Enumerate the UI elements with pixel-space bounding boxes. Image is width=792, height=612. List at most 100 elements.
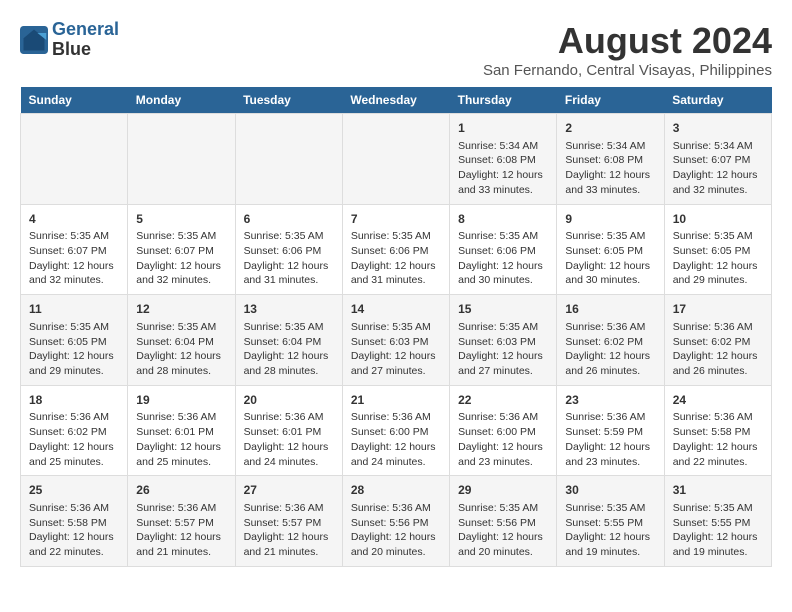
calendar-body: 1 Sunrise: 5:34 AM Sunset: 6:08 PM Daylig… — [21, 114, 772, 567]
calendar-cell — [342, 114, 449, 205]
day-number: 30 — [565, 482, 655, 499]
day-info: Sunrise: 5:36 AM Sunset: 5:57 PM Dayligh… — [136, 501, 226, 560]
day-number: 6 — [244, 211, 334, 228]
day-info: Sunrise: 5:35 AM Sunset: 6:05 PM Dayligh… — [565, 229, 655, 288]
page-header: General Blue August 2024 San Fernando, C… — [20, 20, 772, 79]
day-number: 20 — [244, 392, 334, 409]
day-info: Sunrise: 5:36 AM Sunset: 5:59 PM Dayligh… — [565, 410, 655, 469]
calendar-cell: 1 Sunrise: 5:34 AM Sunset: 6:08 PM Daylig… — [450, 114, 557, 205]
calendar-cell: 7Sunrise: 5:35 AM Sunset: 6:06 PM Daylig… — [342, 204, 449, 295]
calendar-cell: 5Sunrise: 5:35 AM Sunset: 6:07 PM Daylig… — [128, 204, 235, 295]
day-header-thursday: Thursday — [450, 87, 557, 114]
calendar-cell: 24Sunrise: 5:36 AM Sunset: 5:58 PM Dayli… — [664, 385, 771, 476]
day-info: Sunrise: 5:36 AM Sunset: 6:02 PM Dayligh… — [29, 410, 119, 469]
day-number: 15 — [458, 301, 548, 318]
day-number: 26 — [136, 482, 226, 499]
day-info: Sunrise: 5:34 AM Sunset: 6:08 PM Dayligh… — [565, 139, 655, 198]
day-number: 25 — [29, 482, 119, 499]
day-number: 19 — [136, 392, 226, 409]
calendar-cell: 27 Sunrise: 5:36 AM Sunset: 5:57 PM Dayli… — [235, 476, 342, 567]
day-info: Sunrise: 5:35 AM Sunset: 5:56 PM Dayligh… — [458, 501, 548, 560]
day-info: Sunrise: 5:34 AM Sunset: 6:07 PM Dayligh… — [673, 139, 763, 198]
logo-icon — [20, 26, 48, 54]
day-number: 2 — [565, 120, 655, 137]
day-info: Sunrise: 5:36 AM Sunset: 6:02 PM Dayligh… — [565, 320, 655, 379]
day-header-wednesday: Wednesday — [342, 87, 449, 114]
day-info: Sunrise: 5:36 AM Sunset: 6:01 PM Dayligh… — [244, 410, 334, 469]
calendar-week-row: 4Sunrise: 5:35 AM Sunset: 6:07 PM Daylig… — [21, 204, 772, 295]
day-number: 10 — [673, 211, 763, 228]
calendar-cell: 15 Sunrise: 5:35 AM Sunset: 6:03 PM Dayli… — [450, 295, 557, 386]
calendar-cell: 11Sunrise: 5:35 AM Sunset: 6:05 PM Dayli… — [21, 295, 128, 386]
logo-line2: Blue — [52, 40, 119, 60]
day-info: Sunrise: 5:34 AM Sunset: 6:08 PM Dayligh… — [458, 139, 548, 198]
title-block: August 2024 San Fernando, Central Visaya… — [483, 20, 772, 79]
day-info: Sunrise: 5:36 AM Sunset: 6:00 PM Dayligh… — [351, 410, 441, 469]
day-info: Sunrise: 5:35 AM Sunset: 6:06 PM Dayligh… — [351, 229, 441, 288]
calendar-cell: 13Sunrise: 5:35 AM Sunset: 6:04 PM Dayli… — [235, 295, 342, 386]
logo: General Blue — [20, 20, 119, 60]
calendar-cell: 9Sunrise: 5:35 AM Sunset: 6:05 PM Daylig… — [557, 204, 664, 295]
calendar-cell: 18Sunrise: 5:36 AM Sunset: 6:02 PM Dayli… — [21, 385, 128, 476]
day-info: Sunrise: 5:35 AM Sunset: 6:04 PM Dayligh… — [244, 320, 334, 379]
calendar-header-row: SundayMondayTuesdayWednesdayThursdayFrid… — [21, 87, 772, 114]
calendar-cell: 16Sunrise: 5:36 AM Sunset: 6:02 PM Dayli… — [557, 295, 664, 386]
calendar-cell: 8Sunrise: 5:35 AM Sunset: 6:06 PM Daylig… — [450, 204, 557, 295]
calendar-cell: 28Sunrise: 5:36 AM Sunset: 5:56 PM Dayli… — [342, 476, 449, 567]
day-info: Sunrise: 5:36 AM Sunset: 6:00 PM Dayligh… — [458, 410, 548, 469]
day-info: Sunrise: 5:35 AM Sunset: 6:07 PM Dayligh… — [29, 229, 119, 288]
day-info: Sunrise: 5:36 AM Sunset: 5:58 PM Dayligh… — [673, 410, 763, 469]
calendar-cell: 17 Sunrise: 5:36 AM Sunset: 6:02 PM Dayli… — [664, 295, 771, 386]
day-number: 27 — [244, 482, 334, 499]
calendar-cell: 4Sunrise: 5:35 AM Sunset: 6:07 PM Daylig… — [21, 204, 128, 295]
subtitle: San Fernando, Central Visayas, Philippin… — [483, 62, 772, 79]
day-number: 17 — [673, 301, 763, 318]
day-number: 23 — [565, 392, 655, 409]
day-header-tuesday: Tuesday — [235, 87, 342, 114]
day-info: Sunrise: 5:35 AM Sunset: 6:06 PM Dayligh… — [244, 229, 334, 288]
calendar-week-row: 18Sunrise: 5:36 AM Sunset: 6:02 PM Dayli… — [21, 385, 772, 476]
calendar-cell: 19Sunrise: 5:36 AM Sunset: 6:01 PM Dayli… — [128, 385, 235, 476]
day-number: 24 — [673, 392, 763, 409]
day-info: Sunrise: 5:36 AM Sunset: 6:01 PM Dayligh… — [136, 410, 226, 469]
day-header-friday: Friday — [557, 87, 664, 114]
calendar-cell: 31 Sunrise: 5:35 AM Sunset: 5:55 PM Dayli… — [664, 476, 771, 567]
day-number: 14 — [351, 301, 441, 318]
day-info: Sunrise: 5:35 AM Sunset: 6:07 PM Dayligh… — [136, 229, 226, 288]
day-number: 11 — [29, 301, 119, 318]
day-number: 7 — [351, 211, 441, 228]
day-number: 12 — [136, 301, 226, 318]
day-number: 29 — [458, 482, 548, 499]
calendar-cell: 10Sunrise: 5:35 AM Sunset: 6:05 PM Dayli… — [664, 204, 771, 295]
day-number: 31 — [673, 482, 763, 499]
calendar-cell — [235, 114, 342, 205]
calendar-cell: 22Sunrise: 5:36 AM Sunset: 6:00 PM Dayli… — [450, 385, 557, 476]
calendar-cell: 12Sunrise: 5:35 AM Sunset: 6:04 PM Dayli… — [128, 295, 235, 386]
logo-text: General Blue — [52, 20, 119, 60]
calendar-cell — [128, 114, 235, 205]
day-header-saturday: Saturday — [664, 87, 771, 114]
day-number: 1 — [458, 120, 548, 137]
calendar-table: SundayMondayTuesdayWednesdayThursdayFrid… — [20, 87, 772, 567]
day-number: 8 — [458, 211, 548, 228]
day-info: Sunrise: 5:36 AM Sunset: 5:57 PM Dayligh… — [244, 501, 334, 560]
day-info: Sunrise: 5:36 AM Sunset: 6:02 PM Dayligh… — [673, 320, 763, 379]
calendar-cell — [21, 114, 128, 205]
day-info: Sunrise: 5:35 AM Sunset: 6:06 PM Dayligh… — [458, 229, 548, 288]
calendar-cell: 20Sunrise: 5:36 AM Sunset: 6:01 PM Dayli… — [235, 385, 342, 476]
calendar-cell: 30Sunrise: 5:35 AM Sunset: 5:55 PM Dayli… — [557, 476, 664, 567]
day-number: 3 — [673, 120, 763, 137]
day-number: 28 — [351, 482, 441, 499]
day-info: Sunrise: 5:35 AM Sunset: 6:03 PM Dayligh… — [458, 320, 548, 379]
calendar-cell: 23Sunrise: 5:36 AM Sunset: 5:59 PM Dayli… — [557, 385, 664, 476]
calendar-cell: 26 Sunrise: 5:36 AM Sunset: 5:57 PM Dayli… — [128, 476, 235, 567]
day-number: 22 — [458, 392, 548, 409]
day-number: 9 — [565, 211, 655, 228]
calendar-cell: 21Sunrise: 5:36 AM Sunset: 6:00 PM Dayli… — [342, 385, 449, 476]
day-info: Sunrise: 5:35 AM Sunset: 5:55 PM Dayligh… — [673, 501, 763, 560]
calendar-week-row: 11Sunrise: 5:35 AM Sunset: 6:05 PM Dayli… — [21, 295, 772, 386]
calendar-cell: 14Sunrise: 5:35 AM Sunset: 6:03 PM Dayli… — [342, 295, 449, 386]
calendar-week-row: 25Sunrise: 5:36 AM Sunset: 5:58 PM Dayli… — [21, 476, 772, 567]
logo-line1: General — [52, 19, 119, 39]
day-number: 21 — [351, 392, 441, 409]
